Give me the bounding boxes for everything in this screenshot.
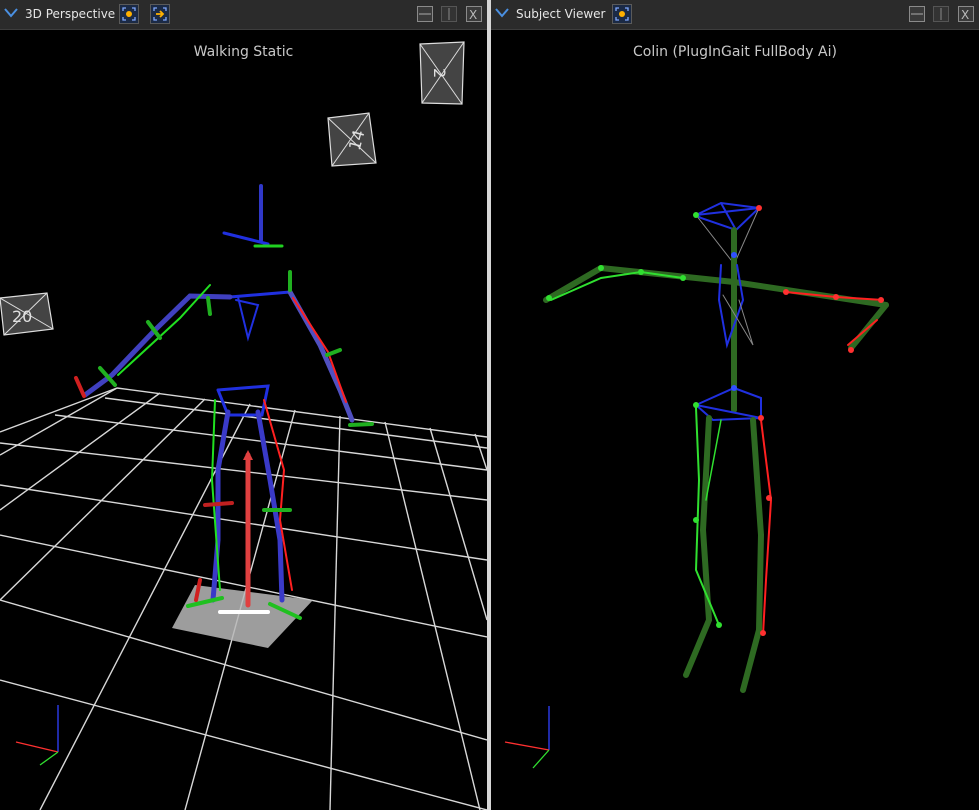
arrow-right-icon xyxy=(153,7,167,21)
scene-subject-viewer[interactable] xyxy=(491,30,979,810)
camera-label: 20 xyxy=(12,307,32,326)
close-icon: X xyxy=(469,8,477,21)
pane-title: 3D Perspective xyxy=(25,7,116,21)
camera-2[interactable]: 2 xyxy=(419,41,465,105)
pane-title: Subject Viewer xyxy=(516,7,606,21)
axis-triad xyxy=(15,705,59,766)
camera-20[interactable]: 20 xyxy=(0,292,54,336)
viewport-subject-viewer[interactable]: Subject Viewer X Colin (PlugInGait FullB… xyxy=(491,0,979,810)
focus-icon xyxy=(615,7,629,21)
split-horizontal-button[interactable] xyxy=(417,6,433,22)
split-horizontal-icon xyxy=(911,13,923,15)
split-horizontal-icon xyxy=(419,13,431,15)
svg-text:X: X xyxy=(961,8,969,21)
split-horizontal-button[interactable] xyxy=(909,6,925,22)
split-vertical-button[interactable] xyxy=(441,6,457,22)
chevron-down-icon[interactable] xyxy=(495,8,509,18)
chevron-down-icon[interactable] xyxy=(4,8,18,18)
follow-button[interactable] xyxy=(150,4,170,24)
focus-button[interactable] xyxy=(612,4,632,24)
viewport-3d-perspective[interactable]: 3D Perspective X Walking Static 2 14 20 xyxy=(0,0,487,810)
split-vertical-icon xyxy=(940,8,942,20)
force-plate xyxy=(172,585,313,648)
camera-label: 2 xyxy=(430,68,449,78)
subject-skeleton[interactable] xyxy=(543,201,889,693)
skeleton-model[interactable] xyxy=(74,184,374,620)
split-vertical-icon xyxy=(448,8,450,20)
focus-button[interactable] xyxy=(119,4,139,24)
axis-triad xyxy=(504,706,550,769)
close-button[interactable]: X xyxy=(958,6,974,22)
close-icon: X xyxy=(961,8,969,21)
pane-titlebar: 3D Perspective X xyxy=(0,0,487,30)
scene-3d-perspective[interactable]: 2 14 20 xyxy=(0,30,487,810)
split-vertical-button[interactable] xyxy=(933,6,949,22)
focus-icon xyxy=(122,7,136,21)
close-button[interactable]: X xyxy=(466,6,482,22)
camera-14[interactable]: 14 xyxy=(327,112,377,167)
svg-text:X: X xyxy=(469,8,477,21)
pane-titlebar: Subject Viewer X xyxy=(491,0,979,30)
